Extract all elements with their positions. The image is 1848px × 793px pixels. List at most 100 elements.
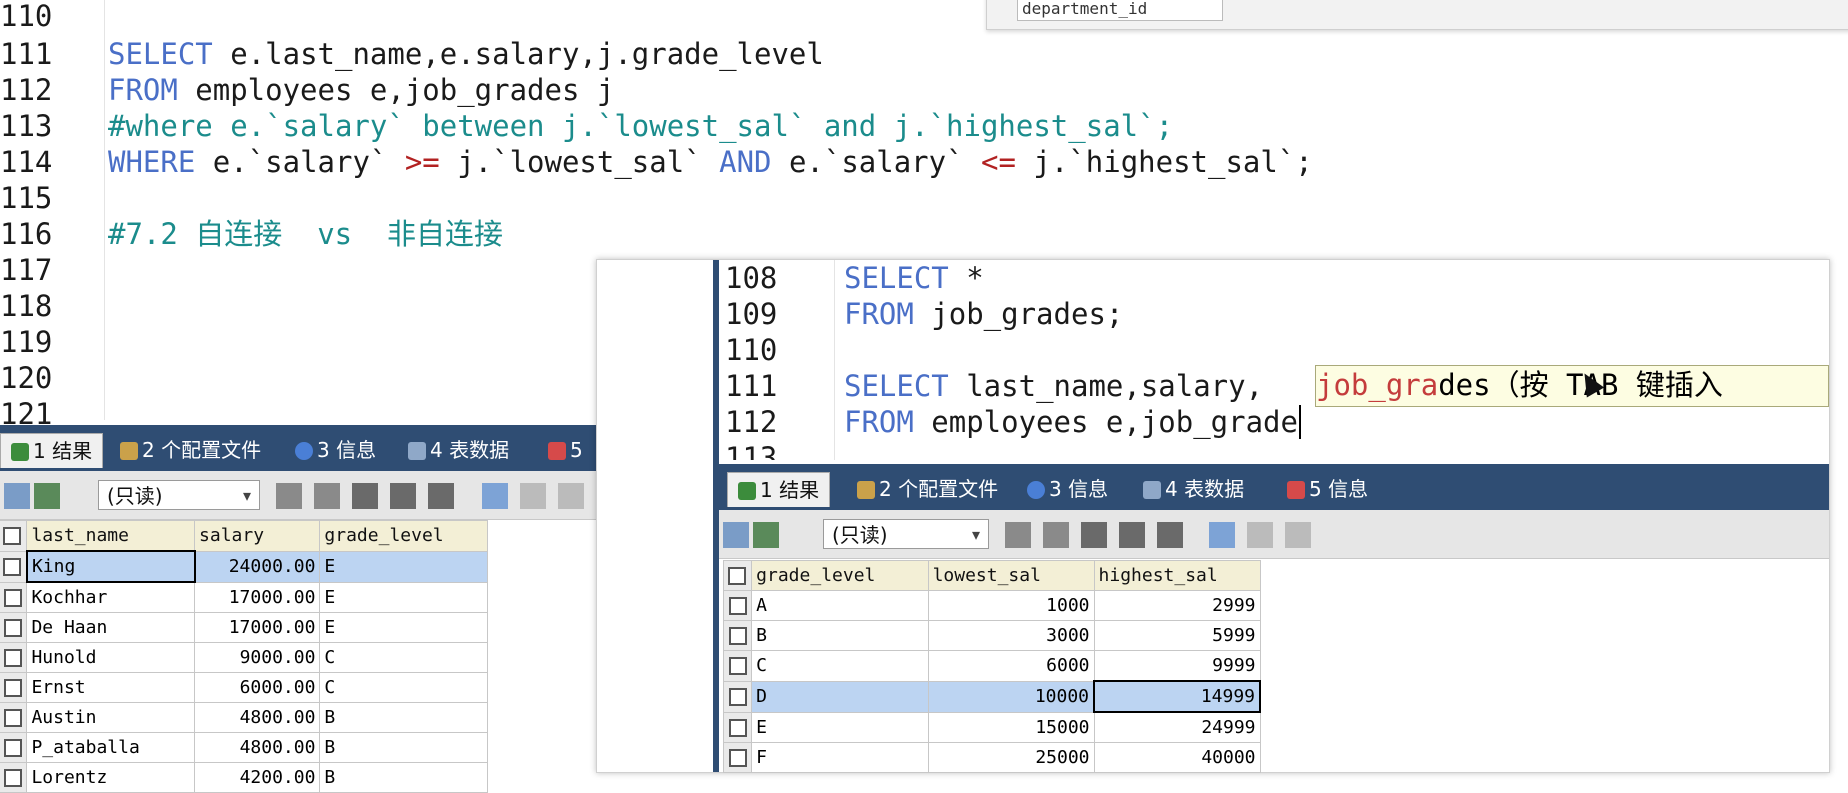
row-checkbox[interactable] — [0, 642, 28, 673]
text-mode-icon[interactable] — [1285, 522, 1311, 548]
table-row[interactable]: Hunold 9000.00 C — [0, 642, 488, 673]
table-row[interactable]: P_ataballa 4800.00 B — [0, 732, 488, 763]
cell[interactable]: 3000 — [927, 620, 1095, 651]
select-all-checkbox[interactable] — [0, 520, 28, 552]
code-line-112[interactable]: FROM employees e,job_grade — [844, 404, 1301, 440]
cell[interactable]: 4200.00 — [194, 762, 321, 793]
tab-results[interactable]: 1 结果 — [0, 433, 104, 468]
tab-info-2[interactable]: 5 信息 — [1287, 472, 1368, 506]
code-line-111[interactable]: SELECT last_name,salary, — [844, 368, 1263, 404]
code-line-116[interactable]: #7.2 自连接 vs 非自连接 — [108, 216, 503, 252]
cell[interactable]: E — [319, 550, 488, 583]
table-row[interactable]: Kochhar 17000.00 E — [0, 581, 488, 613]
save-icon[interactable] — [352, 483, 378, 509]
row-checkbox[interactable] — [0, 581, 28, 613]
cell[interactable]: Ernst — [26, 672, 196, 703]
row-checkbox[interactable] — [722, 742, 753, 773]
table-row[interactable]: Ernst 6000.00 C — [0, 672, 488, 703]
cell[interactable]: 40000 — [1093, 742, 1261, 773]
cell[interactable]: 17000.00 — [194, 612, 321, 643]
form-mode-icon[interactable] — [520, 483, 546, 509]
delete-icon[interactable] — [390, 483, 416, 509]
row-checkbox[interactable] — [722, 680, 753, 713]
select-all-checkbox[interactable] — [722, 560, 753, 591]
cell[interactable]: Austin — [26, 702, 196, 733]
table-row[interactable]: Lorentz 4200.00 B — [0, 762, 488, 793]
cell[interactable]: 25000 — [927, 742, 1095, 773]
row-checkbox[interactable] — [722, 590, 753, 621]
text-mode-icon[interactable] — [558, 483, 584, 509]
cell[interactable]: E — [319, 581, 488, 613]
overlay-sql-editor[interactable]: 108 109 110 111 112 113 SELECT * FROM jo… — [719, 260, 1829, 460]
duplicate-row-icon[interactable] — [314, 483, 340, 509]
tab-info-2[interactable]: 5 — [548, 433, 583, 467]
column-header[interactable]: lowest_sal — [927, 560, 1095, 591]
column-header[interactable]: salary — [194, 520, 321, 552]
cell[interactable]: C — [751, 650, 929, 682]
cell[interactable]: 10000 — [927, 680, 1095, 713]
row-checkbox[interactable] — [722, 650, 753, 682]
cell[interactable]: De Haan — [26, 612, 196, 643]
cell[interactable]: 6000 — [927, 650, 1095, 682]
cell[interactable]: King — [25, 550, 196, 583]
autocomplete-tooltip[interactable]: job_grades（按 TAB 键插入 — [1315, 365, 1829, 407]
code-line-111[interactable]: SELECT e.last_name,e.salary,j.grade_leve… — [108, 36, 824, 72]
overlay-result-grid[interactable]: grade_level lowest_sal highest_sal A 100… — [722, 560, 1261, 773]
cell[interactable]: D — [751, 680, 929, 713]
tab-table-data[interactable]: 4 表数据 — [408, 433, 509, 467]
table-row[interactable]: D 10000 14999 — [722, 680, 1261, 713]
code-line-109[interactable]: FROM job_grades; — [844, 296, 1123, 332]
cell[interactable]: Kochhar — [26, 581, 196, 613]
cell[interactable]: 15000 — [927, 711, 1095, 743]
cell[interactable]: 9999 — [1093, 650, 1261, 682]
code-line-112[interactable]: FROM employees e,job_grades j — [108, 72, 614, 108]
row-checkbox[interactable] — [722, 620, 753, 651]
table-row[interactable]: A 1000 2999 — [722, 590, 1261, 621]
cell[interactable]: 1000 — [927, 590, 1095, 621]
insert-row-icon[interactable] — [276, 483, 302, 509]
row-checkbox[interactable] — [0, 702, 28, 733]
delete-icon[interactable] — [1119, 522, 1145, 548]
cell[interactable]: A — [751, 590, 929, 621]
grid-mode-icon[interactable] — [1209, 522, 1235, 548]
row-checkbox[interactable] — [0, 550, 28, 583]
code-line-113[interactable]: #where e.`salary` between j.`lowest_sal`… — [108, 108, 1173, 144]
cell[interactable]: 17000.00 — [194, 581, 321, 613]
table-row[interactable]: King 24000.00 E — [0, 550, 488, 583]
cell[interactable]: B — [319, 732, 488, 763]
row-checkbox[interactable] — [0, 732, 28, 763]
column-header[interactable]: grade_level — [319, 520, 488, 552]
cell[interactable]: C — [319, 642, 488, 673]
row-checkbox[interactable] — [0, 612, 28, 643]
cell[interactable]: 24000.00 — [194, 550, 321, 583]
cell[interactable]: Hunold — [26, 642, 196, 673]
cell[interactable]: Lorentz — [26, 762, 196, 793]
cell[interactable]: 4800.00 — [194, 702, 321, 733]
grid-mode-icon[interactable] — [482, 483, 508, 509]
grid-view-icon[interactable] — [723, 522, 749, 548]
cell[interactable]: E — [319, 612, 488, 643]
row-checkbox[interactable] — [0, 762, 28, 793]
export-icon[interactable] — [34, 483, 60, 509]
export-icon[interactable] — [753, 522, 779, 548]
tab-profiles[interactable]: 2 个配置文件 — [857, 472, 998, 506]
tab-results[interactable]: 1 结果 — [727, 472, 831, 507]
cell[interactable]: C — [319, 672, 488, 703]
insert-row-icon[interactable] — [1005, 522, 1031, 548]
cell[interactable]: F — [751, 742, 929, 773]
cell[interactable]: 6000.00 — [194, 672, 321, 703]
tab-info[interactable]: 3 信息 — [1027, 472, 1108, 506]
table-row[interactable]: C 6000 9999 — [722, 650, 1261, 682]
cell[interactable]: B — [319, 762, 488, 793]
cancel-icon[interactable] — [428, 483, 454, 509]
row-checkbox[interactable] — [722, 711, 753, 743]
tab-table-data[interactable]: 4 表数据 — [1143, 472, 1244, 506]
table-row[interactable]: F 25000 40000 — [722, 742, 1261, 773]
cell[interactable]: E — [751, 711, 929, 743]
cell[interactable]: 2999 — [1093, 590, 1261, 621]
code-line-108[interactable]: SELECT * — [844, 260, 984, 296]
duplicate-row-icon[interactable] — [1043, 522, 1069, 548]
table-row[interactable]: Austin 4800.00 B — [0, 702, 488, 733]
column-header[interactable]: highest_sal — [1093, 560, 1261, 591]
cell[interactable]: B — [751, 620, 929, 651]
